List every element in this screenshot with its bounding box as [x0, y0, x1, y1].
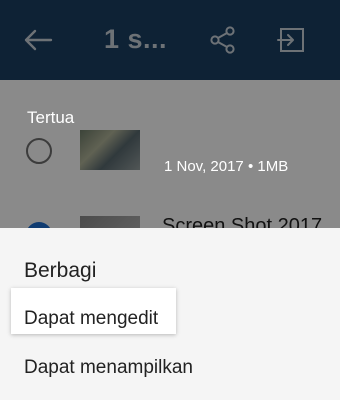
sheet-title: Berbagi [24, 259, 97, 282]
share-bottom-sheet: Berbagi Dapat mengedit Dapat menampilkan [0, 228, 340, 400]
option-can-edit-label[interactable]: Dapat mengedit [24, 308, 158, 330]
app-screen: 1 s... Screen Shot 2017 Tertua 1 Nov, 20… [0, 0, 340, 400]
option-can-view[interactable]: Dapat menampilkan [24, 357, 193, 379]
file-meta: 1 Nov, 2017 • 1MB [164, 158, 289, 175]
section-label: Tertua [27, 108, 75, 127]
